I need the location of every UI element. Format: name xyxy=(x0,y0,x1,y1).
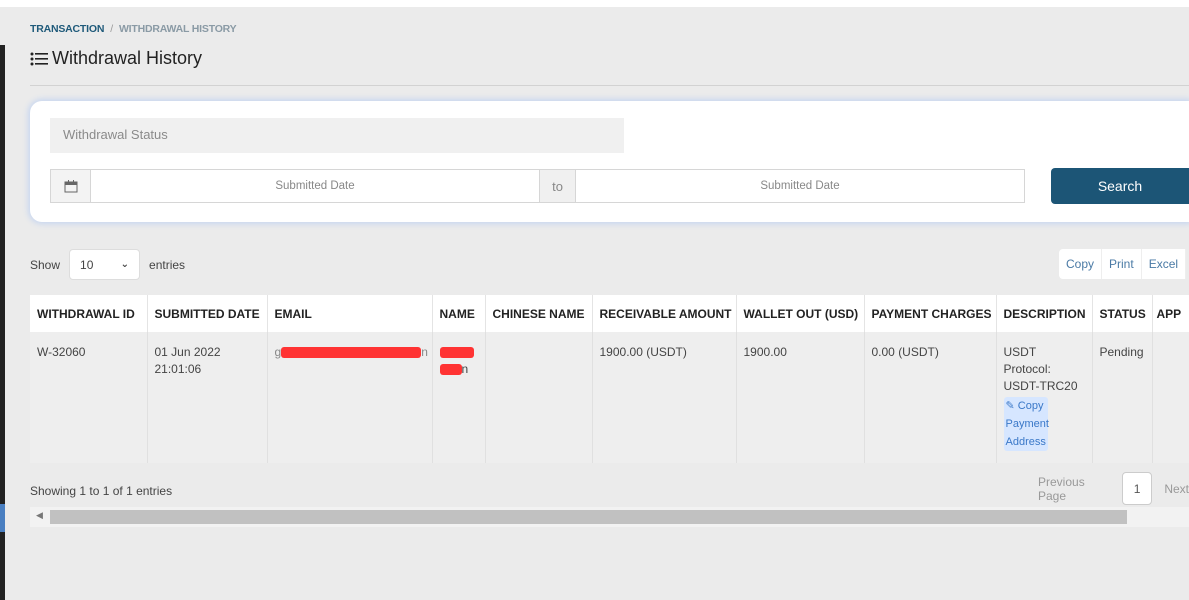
cell-description: USDT Protocol: USDT-TRC20 ✎ Copy Payment… xyxy=(996,332,1093,463)
breadcrumb-current: WITHDRAWAL HISTORY xyxy=(118,23,237,35)
date-to-input[interactable]: Submitted Date xyxy=(576,170,1024,202)
horizontal-scrollbar[interactable]: ◀ xyxy=(30,507,1189,527)
next-page-button[interactable]: Next xyxy=(1164,482,1189,496)
col-status[interactable]: STATUS xyxy=(1092,295,1153,332)
page-1-button[interactable]: 1 xyxy=(1121,472,1153,505)
desc-line: USDT xyxy=(1003,345,1037,359)
cell-charges: 0.00 (USDT) xyxy=(864,332,997,463)
excel-button[interactable]: Excel xyxy=(1142,249,1187,279)
cell-wallet-out: 1900.00 xyxy=(736,332,865,463)
cell-status: Pending xyxy=(1092,332,1153,463)
copy-button[interactable]: Copy xyxy=(1059,249,1103,279)
desc-line: Protocol: xyxy=(1003,362,1051,376)
col-payment-charges[interactable]: PAYMENT CHARGES xyxy=(864,295,997,332)
scrollbar-thumb[interactable] xyxy=(50,510,1127,524)
filter-card: Withdrawal Status Submitted Date to Subm… xyxy=(30,101,1189,222)
col-name[interactable]: NAME xyxy=(432,295,486,332)
previous-page-button[interactable]: Previous Page xyxy=(1038,475,1110,503)
breadcrumb-separator: / xyxy=(110,23,113,35)
pagination: Previous Page 1 Next xyxy=(1038,472,1189,505)
copy-payment-address-button[interactable]: ✎ Copy Payment Address xyxy=(1003,397,1049,451)
entries-select[interactable]: 10 ⌄ xyxy=(69,249,141,280)
cell-date: 01 Jun 2022 21:01:06 xyxy=(147,332,268,463)
sidebar-active-marker xyxy=(0,504,5,532)
list-icon xyxy=(30,52,48,65)
desc-line: USDT-TRC20 xyxy=(1003,379,1078,393)
cell-name: n xyxy=(432,332,486,463)
col-receivable-amount[interactable]: RECEIVABLE AMOUNT xyxy=(592,295,737,332)
redaction xyxy=(439,364,462,376)
withdrawal-status-select[interactable]: Withdrawal Status xyxy=(50,118,624,153)
entries-value: 10 xyxy=(80,257,94,272)
scroll-left-icon[interactable]: ◀ xyxy=(36,510,43,521)
cell-app xyxy=(1152,332,1189,463)
table-info: Showing 1 to 1 of 1 entries xyxy=(30,484,173,498)
show-label: Show xyxy=(30,257,61,272)
time-text: 21:01:06 xyxy=(154,362,202,376)
chevron-down-icon: ⌄ xyxy=(120,259,130,270)
col-submitted-date[interactable]: SUBMITTED DATE xyxy=(147,295,268,332)
page-title: Withdrawal History xyxy=(30,48,202,69)
page-title-text: Withdrawal History xyxy=(52,48,203,68)
breadcrumb-transaction[interactable]: TRANSACTION xyxy=(30,23,104,35)
col-withdrawal-id[interactable]: WITHDRAWAL ID xyxy=(30,295,148,332)
col-app[interactable]: APP xyxy=(1152,295,1189,332)
pencil-icon: ✎ xyxy=(1005,400,1015,412)
email-start: g xyxy=(274,345,282,359)
col-chinese-name[interactable]: CHINESE NAME xyxy=(485,295,593,332)
col-description[interactable]: DESCRIPTION xyxy=(996,295,1093,332)
entries-length: Show 10 ⌄ entries xyxy=(30,249,185,280)
calendar-icon[interactable] xyxy=(51,170,91,202)
breadcrumb: TRANSACTION / WITHDRAWAL HISTORY xyxy=(30,23,237,35)
redaction xyxy=(439,347,474,359)
export-buttons: Copy Print Excel xyxy=(1059,249,1187,279)
cell-id: W-32060 xyxy=(30,332,148,463)
col-wallet-out[interactable]: WALLET OUT (USD) xyxy=(736,295,865,332)
date-range: Submitted Date to Submitted Date xyxy=(50,169,1025,203)
table-row: W-32060 01 Jun 2022 21:01:06 gn n 1900.00… xyxy=(30,332,1189,463)
name-end: n xyxy=(461,362,469,376)
email-end: n xyxy=(421,345,428,359)
print-button[interactable]: Print xyxy=(1102,249,1142,279)
cell-receivable: 1900.00 (USDT) xyxy=(592,332,737,463)
cell-email: gn xyxy=(267,332,433,463)
date-from-input[interactable]: Submitted Date xyxy=(91,170,539,202)
entries-label: entries xyxy=(149,257,186,272)
cell-chinese-name xyxy=(485,332,593,463)
col-email[interactable]: EMAIL xyxy=(267,295,433,332)
redaction xyxy=(281,347,422,359)
search-button[interactable]: Search xyxy=(1051,168,1189,204)
to-label: to xyxy=(539,170,576,202)
divider xyxy=(30,85,1189,86)
top-strip xyxy=(0,0,1189,7)
withdrawal-table: WITHDRAWAL ID SUBMITTED DATE EMAIL NAME … xyxy=(30,295,1189,463)
date-text: 01 Jun 2022 xyxy=(154,345,221,359)
